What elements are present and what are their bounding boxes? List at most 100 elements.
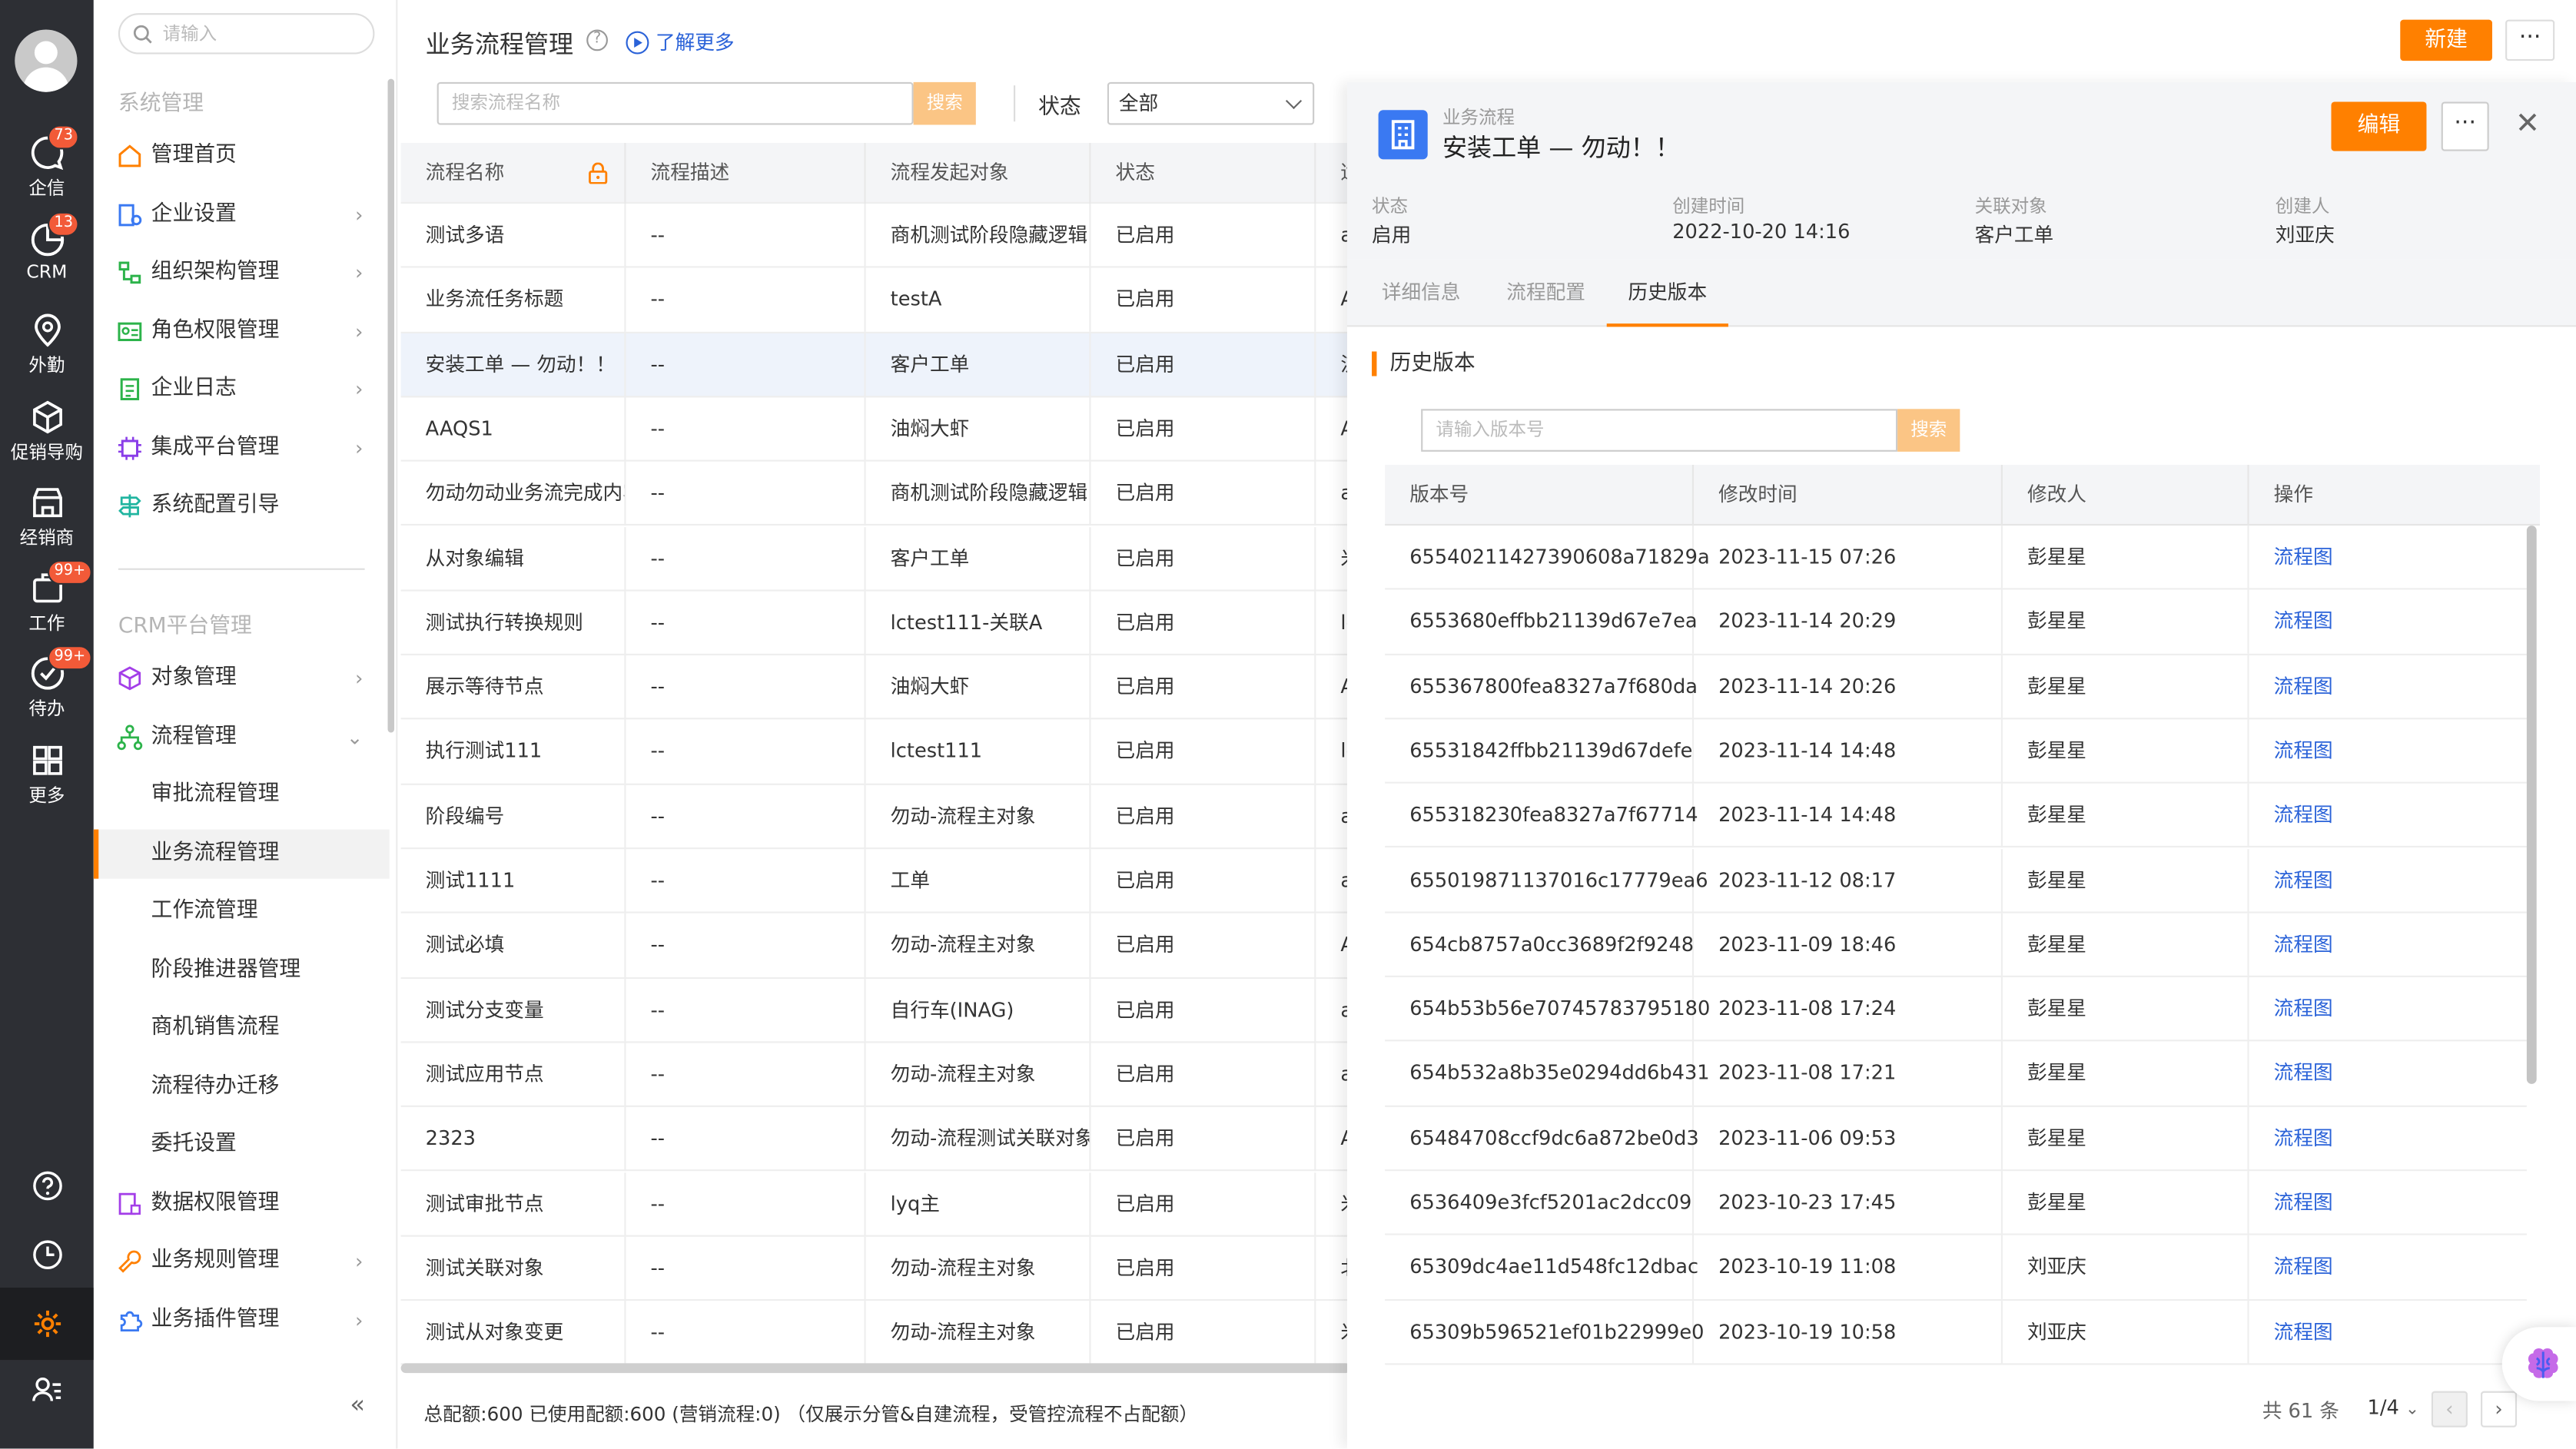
tab-flow-config[interactable]: 流程配置 — [1489, 260, 1604, 327]
flowchart-link[interactable]: 流程图 — [2249, 526, 2527, 589]
table-row[interactable]: 执行测试111--lctest111已启用lc — [400, 720, 1357, 785]
cell-name[interactable]: 测试审批节点 — [401, 1172, 626, 1236]
flowchart-link[interactable]: 流程图 — [2249, 1235, 2527, 1299]
panel-more-button[interactable]: ··· — [2441, 101, 2489, 151]
flowchart-link[interactable]: 流程图 — [2249, 655, 2527, 718]
table-row[interactable]: AAQS1--油焖大虾已启用Amy — [400, 397, 1385, 463]
menu-item-business-plugins[interactable]: 业务插件管理 › — [94, 1296, 390, 1345]
cell-name[interactable]: 阶段编号 — [401, 784, 626, 849]
submenu-approval-flow[interactable]: 审批流程管理 — [94, 771, 390, 820]
menu-item-business-rules[interactable]: 业务规则管理 › — [94, 1237, 390, 1286]
tab-version-history[interactable]: 历史版本 — [1606, 260, 1728, 327]
menu-item-data-permissions[interactable]: 数据权限管理 — [94, 1179, 390, 1228]
table-row[interactable]: 测试必填--勿动-流程主对象已启用Amy — [400, 914, 1385, 979]
col-process-object[interactable]: 流程发起对象 — [866, 142, 1091, 204]
status-filter-select[interactable]: 全部 — [1107, 81, 1315, 125]
cell-name[interactable]: 测试1111 — [401, 849, 626, 914]
submenu-opportunity-sales-flow[interactable]: 商机销售流程 — [94, 1003, 390, 1053]
flowchart-link[interactable]: 流程图 — [2249, 1171, 2527, 1235]
cell-name[interactable]: 测试必填 — [401, 914, 626, 978]
flowchart-link[interactable]: 流程图 — [2249, 1106, 2527, 1170]
menu-item-integration-platform[interactable]: 集成平台管理 › — [94, 424, 390, 473]
menu-item-role-permissions[interactable]: 角色权限管理 › — [94, 307, 390, 356]
cell-name[interactable]: 测试分支变量 — [401, 978, 626, 1043]
help-rail-button[interactable] — [0, 1169, 94, 1209]
process-search-button[interactable]: 搜索 — [913, 81, 976, 125]
cell-name[interactable]: 从对象编辑 — [401, 526, 626, 591]
flowchart-link[interactable]: 流程图 — [2249, 848, 2527, 912]
cell-name[interactable]: 安装工单 — 勿动！！ — [401, 333, 626, 397]
table-row[interactable]: 勿动勿动业务流完成内容--商机测试阶段隐藏逻辑已启用a3, — [400, 462, 1372, 527]
table-row[interactable]: 从对象编辑--客户工单已启用米奇 — [400, 526, 1380, 592]
cell-name[interactable]: 执行测试111 — [401, 720, 626, 784]
table-row[interactable]: 业务流任务标题--testA已启用Amy — [400, 268, 1385, 333]
menu-item-company-log[interactable]: 企业日志 › — [94, 365, 390, 414]
cell-name[interactable]: 2323 — [401, 1107, 626, 1172]
prev-page-button[interactable]: ‹ — [2431, 1391, 2468, 1427]
process-search-input[interactable]: 搜索流程名称 — [437, 81, 914, 125]
cell-name[interactable]: AAQS1 — [401, 397, 626, 462]
user-avatar[interactable] — [15, 29, 78, 92]
menu-item-company-settings[interactable]: 企业设置 › — [94, 191, 390, 240]
collapse-sidebar-icon[interactable]: « — [350, 1390, 365, 1419]
learn-more-link[interactable]: 了解更多 — [626, 28, 735, 55]
menu-item-object-management[interactable]: 对象管理 › — [94, 654, 390, 703]
cell-name[interactable]: 测试应用节点 — [401, 1043, 626, 1107]
table-row[interactable]: 测试1111--工单已启用am — [400, 849, 1372, 914]
rail-item-todo[interactable]: 99+ 待办 — [0, 645, 94, 741]
table-row[interactable]: 测试分支变量--自行车(INAG)已启用a3, — [400, 978, 1372, 1043]
col-process-name[interactable]: 流程名称 — [401, 142, 626, 204]
menu-item-process-management[interactable]: 流程管理 ⌄ — [94, 713, 390, 762]
col-version[interactable]: 版本号 — [1385, 464, 1695, 526]
more-actions-button[interactable]: ··· — [2505, 19, 2555, 61]
cell-name[interactable]: 测试执行转换规则 — [401, 591, 626, 655]
page-indicator[interactable]: 1/4 ⌄ — [2368, 1396, 2419, 1419]
flowchart-link[interactable]: 流程图 — [2249, 1300, 2527, 1364]
table-row[interactable]: 测试从对象变更--勿动-流程主对象已启用米奇 — [400, 1301, 1380, 1366]
help-icon[interactable]: ? — [586, 29, 608, 51]
table-row[interactable]: 测试审批节点--lyq主已启用米奇 — [400, 1172, 1380, 1237]
submenu-business-flow[interactable]: 业务流程管理 — [93, 829, 390, 879]
cell-name[interactable]: 测试多语 — [401, 204, 626, 268]
flowchart-link[interactable]: 流程图 — [2249, 784, 2527, 847]
submenu-todo-migration[interactable]: 流程待办迁移 — [94, 1063, 390, 1112]
flowchart-link[interactable]: 流程图 — [2249, 977, 2527, 1041]
rail-item-promo[interactable]: 促销导购 — [0, 399, 94, 484]
rail-item-work[interactable]: 99+ 工作 — [0, 559, 94, 655]
table-row[interactable]: 2323--勿动-流程测试关联对象已启用Amy — [400, 1107, 1385, 1172]
ai-assistant-button[interactable] — [2501, 1327, 2576, 1401]
close-icon[interactable]: ✕ — [2515, 107, 2540, 141]
cell-name[interactable]: 测试关联对象 — [401, 1236, 626, 1301]
table-row[interactable]: 测试执行转换规则--lctest111-关联A已启用lc — [400, 591, 1357, 656]
col-modifier[interactable]: 修改人 — [2003, 464, 2249, 526]
table-row[interactable]: 展示等待节点--油焖大虾已启用Amy — [400, 655, 1385, 721]
rail-item-field[interactable]: 外勤 — [0, 312, 94, 397]
new-button[interactable]: 新建 — [2400, 19, 2492, 61]
edit-button[interactable]: 编辑 — [2331, 101, 2427, 151]
col-process-desc[interactable]: 流程描述 — [626, 142, 866, 204]
submenu-stage-propeller[interactable]: 阶段推进器管理 — [94, 946, 390, 995]
table-row[interactable]: 测试关联对象--勿动-流程主对象已启用北京 — [400, 1236, 1380, 1301]
profile-rail-button[interactable] — [0, 1373, 94, 1412]
cell-name[interactable]: 测试从对象变更 — [401, 1301, 626, 1365]
history-rail-button[interactable] — [0, 1238, 94, 1278]
flowchart-link[interactable]: 流程图 — [2249, 1042, 2527, 1106]
sidebar-scrollbar[interactable] — [387, 78, 395, 733]
table-row[interactable]: 测试多语--商机测试阶段隐藏逻辑已启用a3, — [400, 204, 1372, 269]
sidebar-search-input[interactable]: 请输入 — [118, 13, 375, 55]
menu-item-org-structure[interactable]: 组织架构管理 › — [94, 248, 390, 297]
flowchart-link[interactable]: 流程图 — [2249, 590, 2527, 654]
flowchart-link[interactable]: 流程图 — [2249, 913, 2527, 976]
flowchart-link[interactable]: 流程图 — [2249, 719, 2527, 783]
version-search-input[interactable]: 请输入版本号 — [1421, 409, 1898, 452]
table-row[interactable]: 阶段编号--勿动-流程主对象已启用a3 — [400, 784, 1365, 850]
rail-item-chat[interactable]: 73 企信 — [0, 124, 94, 220]
version-scrollbar[interactable] — [2526, 526, 2537, 1084]
table-row[interactable]: 安装工单 — 勿动！！--客户工单已启用流程 — [400, 333, 1380, 398]
table-row[interactable]: 测试应用节点--勿动-流程主对象已启用a3 — [400, 1043, 1365, 1108]
settings-rail-button[interactable] — [0, 1288, 94, 1361]
next-page-button[interactable]: › — [2481, 1391, 2518, 1427]
rail-item-dealer[interactable]: 经销商 — [0, 485, 94, 570]
cell-name[interactable]: 勿动勿动业务流完成内容 — [401, 462, 626, 526]
col-modified-time[interactable]: 修改时间 — [1694, 464, 2003, 526]
